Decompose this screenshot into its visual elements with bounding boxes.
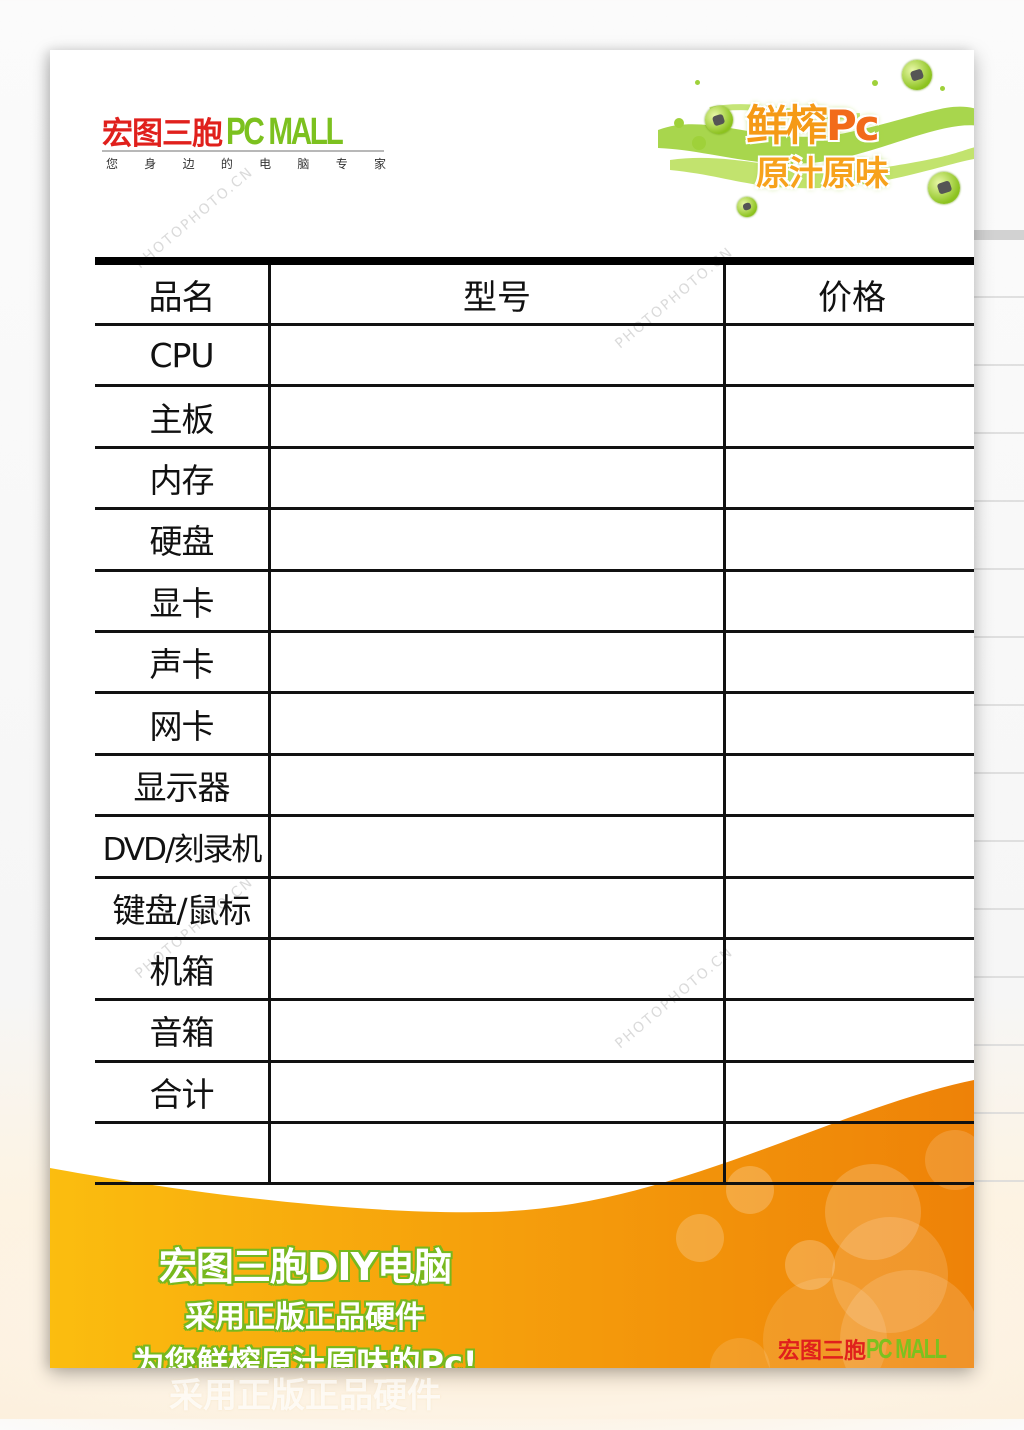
decorative-dot: [674, 118, 684, 128]
price-cell[interactable]: [724, 324, 974, 388]
price-cell[interactable]: [724, 754, 974, 818]
table-row: 内存: [95, 447, 974, 511]
item-name-cell: 显示器: [95, 754, 271, 818]
logo-divider: [102, 150, 384, 152]
model-cell[interactable]: [269, 877, 726, 940]
table-row: 机箱: [95, 938, 974, 1002]
table-row: CPU: [95, 324, 974, 388]
table-row: 显示器: [95, 754, 974, 818]
model-cell[interactable]: [269, 692, 726, 756]
item-name-cell: CPU: [95, 324, 271, 388]
decorative-dot: [940, 86, 945, 91]
table-row-blank: [95, 1122, 974, 1186]
tagline-char: 电: [259, 157, 272, 171]
table-header-row: 品名 型号 价格: [95, 265, 974, 326]
price-cell[interactable]: [724, 1122, 974, 1186]
price-cell[interactable]: [724, 385, 974, 449]
brand-name-cn: 宏图三胞: [102, 116, 223, 152]
item-name-cell: 主板: [95, 385, 271, 449]
brand-logo: 宏图三胞 PC MALL 您 身 边 的 电 脑 专 家: [102, 108, 386, 171]
splash-title-pc: Pc: [826, 101, 880, 150]
tagline-char: 脑: [297, 157, 310, 171]
model-cell[interactable]: [269, 570, 726, 633]
price-cell[interactable]: [724, 447, 974, 511]
tagline-char: 的: [220, 157, 233, 171]
model-cell[interactable]: [269, 999, 726, 1063]
table-row: 键盘/鼠标: [95, 877, 974, 940]
price-cell[interactable]: [724, 815, 974, 879]
footer-brand-name-en: PC MALL: [866, 1333, 947, 1364]
item-name-cell: DVD/刻录机: [95, 815, 271, 879]
splash-title-cn: 鲜榨: [746, 101, 828, 150]
model-cell[interactable]: [269, 938, 726, 1002]
model-cell[interactable]: [269, 447, 726, 511]
decorative-dot: [872, 80, 878, 86]
table-row: 硬盘: [95, 508, 974, 572]
tagline-char: 专: [335, 157, 348, 171]
price-cell[interactable]: [724, 877, 974, 940]
column-header-price: 价格: [724, 265, 974, 326]
item-name-cell: 显卡: [95, 570, 271, 633]
item-name-cell: 键盘/鼠标: [95, 877, 271, 940]
price-cell[interactable]: [724, 999, 974, 1063]
model-cell[interactable]: [269, 385, 726, 449]
column-header-model: 型号: [269, 265, 726, 326]
hdd-bubble-icon: [705, 106, 733, 134]
table-row-total: 合计: [95, 1061, 974, 1125]
model-cell[interactable]: [269, 815, 726, 879]
price-cell[interactable]: [724, 1061, 974, 1125]
price-cell[interactable]: [724, 570, 974, 633]
footer-slogan-tagline: 为您鲜榨原汁原味的Pc!: [132, 1344, 478, 1368]
item-name-cell: 合计: [95, 1061, 271, 1125]
item-name-cell: 音箱: [95, 999, 271, 1063]
background-sheet: [974, 230, 1024, 1230]
column-header-name: 品名: [95, 265, 271, 326]
watermark: PHOTOPHOTO.CN: [132, 163, 257, 273]
footer-slogan-subline: 采用正版正品硬件: [185, 1300, 425, 1335]
tagline-char: 您: [106, 157, 119, 171]
price-cell[interactable]: [724, 938, 974, 1002]
table-row: 声卡: [95, 631, 974, 695]
model-cell[interactable]: [269, 1061, 726, 1125]
model-cell[interactable]: [269, 1122, 726, 1186]
graphics-card-bubble-icon: [902, 60, 932, 90]
table-row: 显卡: [95, 570, 974, 633]
table-row: DVD/刻录机: [95, 815, 974, 879]
price-list-poster: 宏图三胞 PC MALL 您 身 边 的 电 脑 专 家 鲜榨Pc 原汁原味 P…: [50, 50, 974, 1368]
footer-brand-name-cn: 宏图三胞: [778, 1339, 867, 1364]
tagline-char: 身: [144, 157, 157, 171]
item-name-cell: 机箱: [95, 938, 271, 1002]
item-name-cell: 内存: [95, 447, 271, 511]
chip-bubble-icon: [737, 197, 757, 217]
component-price-table: 品名 型号 价格 CPU 主板 内存 硬盘 显卡 声卡 网卡 显示器 DVD/刻…: [95, 265, 974, 1186]
table-top-rule: [95, 257, 974, 265]
tagline-char: 边: [182, 157, 195, 171]
brand-name-en: PC MALL: [226, 111, 344, 153]
table-row: 主板: [95, 385, 974, 449]
item-name-cell[interactable]: [95, 1122, 271, 1186]
slogan-reflection: 采用正版正品硬件: [169, 1376, 441, 1416]
splash-title-line-1: 鲜榨Pc: [746, 92, 880, 153]
price-cell[interactable]: [724, 692, 974, 756]
model-cell[interactable]: [269, 754, 726, 818]
item-name-cell: 声卡: [95, 631, 271, 695]
model-cell[interactable]: [269, 324, 726, 388]
splash-title-line-2: 原汁原味: [756, 154, 889, 194]
item-name-cell: 网卡: [95, 692, 271, 756]
model-cell[interactable]: [269, 508, 726, 572]
table-row: 音箱: [95, 999, 974, 1063]
decorative-dot: [695, 80, 700, 85]
price-cell[interactable]: [724, 631, 974, 695]
item-name-cell: 硬盘: [95, 508, 271, 572]
footer-brand-logo: 宏图三胞PC MALL: [778, 1333, 974, 1365]
fresh-pc-splash: 鲜榨Pc 原汁原味: [650, 50, 974, 230]
decorative-dot: [692, 136, 706, 150]
tagline-char: 家: [373, 157, 386, 171]
model-cell[interactable]: [269, 631, 726, 695]
psu-bubble-icon: [928, 172, 960, 204]
table-row: 网卡: [95, 692, 974, 756]
price-cell[interactable]: [724, 508, 974, 572]
footer-slogan-headline: 宏图三胞DIY电脑: [158, 1245, 452, 1289]
